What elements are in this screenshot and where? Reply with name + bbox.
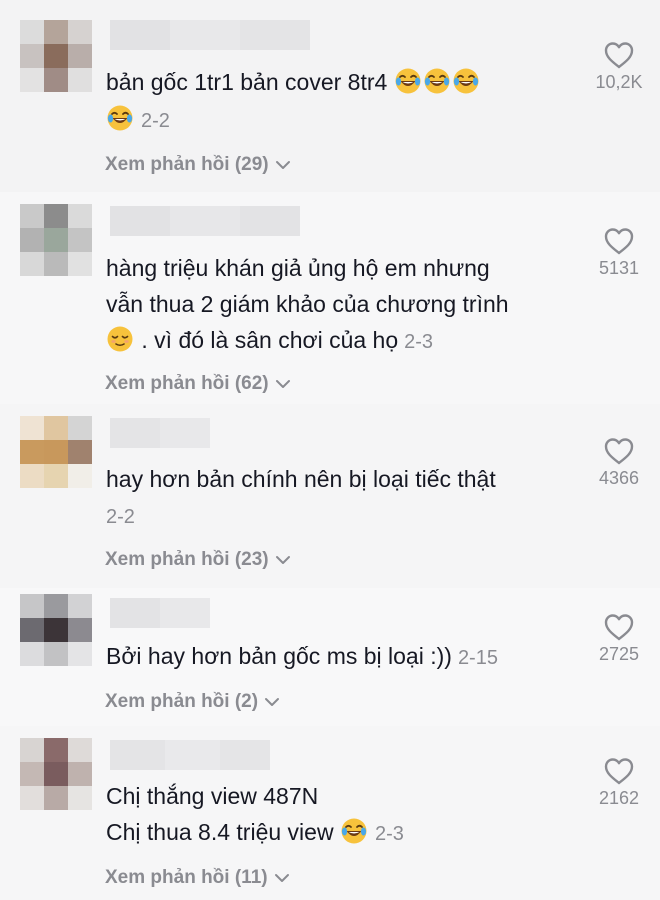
username-blurred[interactable]	[110, 418, 210, 448]
heart-outline-icon[interactable]	[603, 40, 635, 70]
like-button[interactable]: 2162	[586, 756, 652, 809]
like-count: 2725	[598, 644, 640, 664]
heart-outline-icon[interactable]	[603, 436, 635, 466]
comment-date: 2-3	[374, 823, 404, 845]
avatar[interactable]	[20, 204, 92, 276]
like-count: 2162	[598, 788, 640, 808]
comment-text-line: . vì đó là sân chơi của họ 2-3	[106, 323, 433, 359]
view-replies-button[interactable]: Xem phản hồi (11)	[105, 867, 290, 889]
tears-of-joy-emoji	[340, 817, 368, 845]
view-replies-button[interactable]: Xem phản hồi (29)	[105, 154, 291, 176]
username-blurred[interactable]	[110, 740, 270, 770]
avatar[interactable]	[20, 594, 92, 666]
comment-text-line: vẫn thua 2 giám khảo của chương trình	[106, 291, 509, 317]
like-count: 10,2K	[595, 72, 643, 92]
like-button[interactable]: 4366	[586, 436, 652, 489]
avatar[interactable]	[20, 416, 92, 488]
comment-text-line: Chị thắng view 487N	[106, 783, 319, 809]
like-button[interactable]: 10,2K	[586, 40, 652, 93]
comment-item: hàng triệu khán giả ủng hộ em nhưng vẫn …	[0, 192, 660, 404]
tears-of-joy-emoji	[106, 104, 134, 132]
comment-text-line: hay hơn bản chính nên bị loại tiếc thật	[106, 466, 496, 492]
relieved-face-emoji	[106, 325, 134, 353]
comment-text-line: 2-2	[106, 102, 170, 138]
chevron-down-icon	[264, 697, 280, 707]
username-blurred[interactable]	[110, 598, 210, 628]
comment-item: hay hơn bản chính nên bị loại tiếc thật …	[0, 404, 660, 588]
comment-date: 2-2	[106, 506, 135, 528]
username-blurred[interactable]	[110, 206, 300, 236]
like-count: 4366	[598, 468, 640, 488]
heart-outline-icon[interactable]	[603, 756, 635, 786]
comment-date: 2-2	[141, 110, 170, 132]
view-replies-button[interactable]: Xem phản hồi (62)	[105, 373, 291, 395]
avatar[interactable]	[20, 20, 92, 92]
chevron-down-icon	[275, 160, 291, 170]
view-replies-button[interactable]: Xem phản hồi (23)	[105, 549, 291, 571]
chevron-down-icon	[274, 873, 290, 883]
view-replies-button[interactable]: Xem phản hồi (2)	[105, 691, 280, 713]
like-button[interactable]: 2725	[586, 612, 652, 665]
chevron-down-icon	[275, 379, 291, 389]
like-count: 5131	[598, 258, 640, 278]
chevron-down-icon	[275, 555, 291, 565]
comment-text-line: 2-2	[106, 498, 135, 534]
comment-text-line: Bởi hay hơn bản gốc ms bị loại :)) 2-15	[106, 643, 498, 669]
comment-text-line: hàng triệu khán giả ủng hộ em nhưng	[106, 255, 490, 281]
comment-text: bản gốc 1tr1 bản cover 8tr4	[106, 65, 481, 99]
heart-outline-icon[interactable]	[603, 226, 635, 256]
avatar[interactable]	[20, 738, 92, 810]
comment-item: bản gốc 1tr1 bản cover 8tr4 2-2 Xem phản…	[0, 0, 660, 192]
comment-item: Bởi hay hơn bản gốc ms bị loại :)) 2-15 X…	[0, 588, 660, 726]
tears-of-joy-emoji	[423, 67, 451, 95]
comment-date: 2-15	[457, 647, 498, 669]
comment-item: Chị thắng view 487N Chị thua 8.4 triệu v…	[0, 726, 660, 900]
tears-of-joy-emoji	[452, 67, 480, 95]
comment-text-line: Chị thua 8.4 triệu view 2-3	[106, 817, 404, 845]
comment-date: 2-3	[404, 331, 434, 353]
heart-outline-icon[interactable]	[603, 612, 635, 642]
username-blurred[interactable]	[110, 20, 310, 50]
tears-of-joy-emoji	[394, 67, 422, 95]
like-button[interactable]: 5131	[586, 226, 652, 279]
